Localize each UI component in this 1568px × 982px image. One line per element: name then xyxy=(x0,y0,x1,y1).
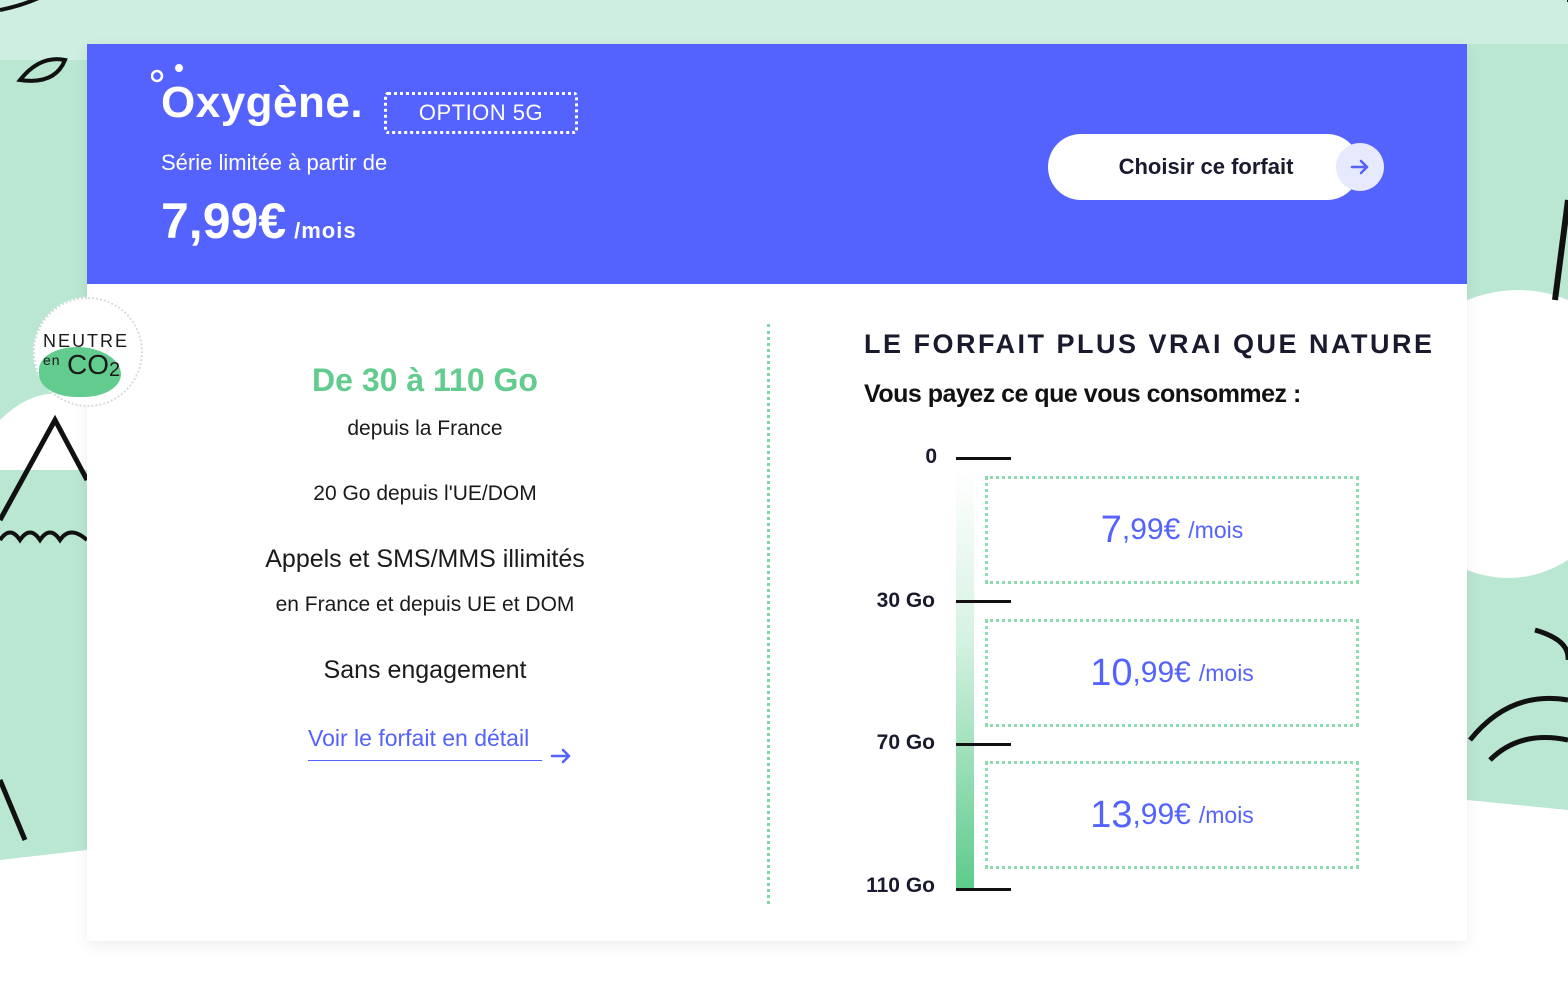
scale-label-30: 30 Go xyxy=(876,589,935,612)
plan-card: Oxygène. OPTION 5G Série limitée à parti… xyxy=(87,44,1467,941)
eco-badge-co2: CO2 xyxy=(67,349,120,382)
tier-price-int: 10 xyxy=(1090,651,1133,694)
co2-neutral-badge: NEUTRE en CO2 xyxy=(33,297,143,407)
price-tier-2: 10,99€ /mois xyxy=(985,619,1359,727)
eco-badge-en: en xyxy=(43,352,61,368)
tier-price-int: 7 xyxy=(1100,508,1122,551)
pricing-subtitle: Vous payez ce que vous consommez : xyxy=(864,380,1301,408)
scale-tick xyxy=(956,743,1011,746)
scale-label-70: 70 Go xyxy=(876,731,935,754)
tier-price-unit: /mois xyxy=(1188,516,1244,543)
eu-data-allowance: 20 Go depuis l'UE/DOM xyxy=(313,482,537,505)
data-allowance-sub: depuis la France xyxy=(347,417,503,440)
plan-detail-link[interactable]: Voir le forfait en détail xyxy=(308,725,542,761)
price-tier-1: 7,99€ /mois xyxy=(985,476,1359,584)
tier-price-dec: ,99€ xyxy=(1121,513,1181,546)
choose-plan-label: Choisir ce forfait xyxy=(1118,154,1294,179)
price-unit: /mois xyxy=(294,218,357,243)
scale-tick xyxy=(956,600,1011,603)
tier-price-unit: /mois xyxy=(1198,659,1254,686)
scale-tick xyxy=(956,457,1011,460)
commitment-text: Sans engagement xyxy=(323,656,527,684)
arrow-right-icon[interactable] xyxy=(1336,143,1384,191)
arrow-right-icon[interactable] xyxy=(550,745,572,772)
price-subtitle: Série limitée à partir de xyxy=(161,150,388,175)
calls-sub: en France et depuis UE et DOM xyxy=(275,593,575,616)
tier-price-dec: ,99€ xyxy=(1132,798,1191,831)
choose-plan-button[interactable]: Choisir ce forfait xyxy=(1048,134,1384,200)
option-5g-badge: OPTION 5G xyxy=(384,92,578,134)
calls-title: Appels et SMS/MMS illimités xyxy=(265,545,585,573)
starting-price: 7,99€ /mois xyxy=(161,192,357,250)
eco-badge-co: CO xyxy=(67,349,109,380)
data-allowance-title: De 30 à 110 Go xyxy=(312,362,538,398)
tier-price-int: 13 xyxy=(1090,793,1133,836)
brand-name: Oxygène. xyxy=(161,78,364,127)
scale-label-110: 110 Go xyxy=(866,874,935,897)
price-tier-3: 13,99€ /mois xyxy=(985,761,1359,869)
features-column: De 30 à 110 Go depuis la France 20 Go de… xyxy=(87,284,767,941)
usage-scale-bar xyxy=(956,469,974,891)
plan-banner: Oxygène. OPTION 5G Série limitée à parti… xyxy=(87,44,1467,284)
scale-label-0: 0 xyxy=(925,445,937,468)
tier-price-dec: ,99€ xyxy=(1132,656,1191,689)
column-divider xyxy=(767,324,770,904)
eco-badge-sub: 2 xyxy=(109,359,121,381)
price-value: 7,99€ xyxy=(161,193,287,249)
scale-tick xyxy=(956,888,1011,891)
tier-price-unit: /mois xyxy=(1198,801,1254,828)
pricing-title: LE FORFAIT PLUS VRAI QUE NATURE xyxy=(864,329,1435,359)
